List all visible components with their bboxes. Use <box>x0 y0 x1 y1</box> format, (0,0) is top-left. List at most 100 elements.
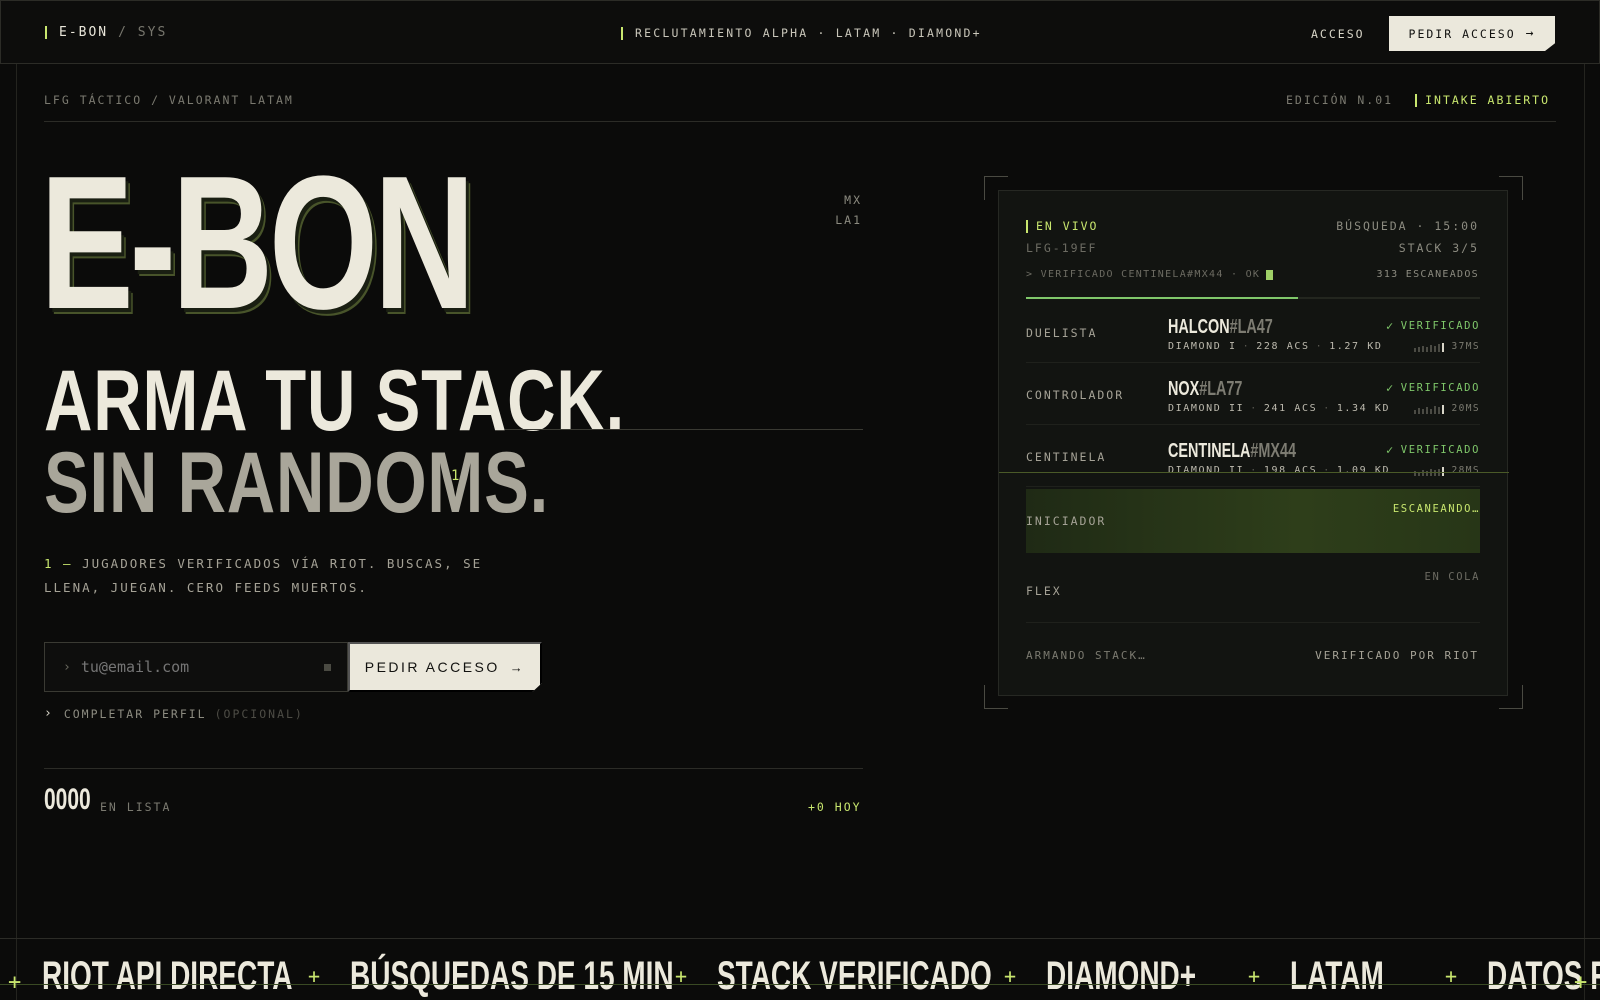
nav-tagline-text: RECLUTAMIENTO ALPHA · LATAM · DIAMOND+ <box>635 26 982 40</box>
intake-status: INTAKE ABIERTO <box>1415 93 1550 107</box>
player-kd: 1.27 KD <box>1329 341 1383 352</box>
cursor-block-icon <box>324 664 331 671</box>
check-icon: ✓ <box>1385 319 1395 333</box>
hero-description: 1 — JUGADORES VERIFICADOS VÍA RIOT. BUSC… <box>44 552 544 600</box>
brand-name: E-BON <box>59 25 109 40</box>
signal-bars-icon <box>1413 343 1444 352</box>
player-kd: 1.34 KD <box>1336 403 1391 414</box>
brand[interactable]: E-BON / SYS <box>45 25 167 40</box>
lfg-stack-panel: EN VIVO BÚSQUEDA · 15:00 LFG-19EF STACK … <box>998 190 1509 696</box>
feature-ticker: RIOT API DIRECTA + BÚSQUEDAS DE 15 MIN + STA… <box>0 952 1600 1000</box>
panel-footer-status: ARMANDO STACK… <box>1026 649 1147 662</box>
verified-label: VERIFICADO <box>1400 320 1480 332</box>
search-progress-fill <box>1026 297 1299 299</box>
queue-status: EN COLA <box>1424 571 1480 583</box>
optional-label: (OPCIONAL) <box>214 706 304 721</box>
ticker-item: RIOT API DIRECTA <box>42 954 293 998</box>
verification-log: > VERIFICADO CENTINELA#MX44 · OK <box>1026 269 1274 280</box>
player-stats: DIAMOND II · 198 ACS · 1.09 KD <box>1168 465 1391 476</box>
chevron-right-icon: › <box>63 659 71 675</box>
ticker-item: STACK VERIFICADO <box>717 954 992 998</box>
panel-footer-source: VERIFICADO POR RIOT <box>1315 649 1479 662</box>
brand-accent-bar <box>45 26 47 39</box>
headline-primary: ARMA TU STACK. <box>44 353 626 449</box>
hero-title: E-BON <box>40 137 475 349</box>
verified-badge: ✓ VERIFICADO <box>1386 319 1480 333</box>
player-rank: DIAMOND II <box>1168 403 1245 414</box>
player-handle: HALCON <box>1168 316 1230 338</box>
check-icon: ✓ <box>1385 381 1395 395</box>
plus-icon: + <box>8 970 22 995</box>
signal-bars-icon <box>1413 405 1444 414</box>
live-accent-bar <box>1026 219 1028 233</box>
section-label: LFG TÁCTICO / VALORANT LATAM <box>44 93 294 107</box>
search-timer: BÚSQUEDA · 15:00 <box>1336 219 1479 233</box>
headline-secondary: SIN RANDOMS. <box>44 435 550 531</box>
log-text: > VERIFICADO CENTINELA#MX44 · OK <box>1026 269 1261 280</box>
signup-form: › PEDIR ACCESO → <box>44 642 542 692</box>
verified-label: VERIFICADO <box>1400 382 1480 394</box>
request-access-button[interactable]: PEDIR ACCESO → <box>348 642 542 692</box>
ticker-baseline <box>0 984 1600 985</box>
terminal-cursor-icon <box>1266 269 1274 280</box>
email-field-wrapper: › <box>44 642 348 692</box>
player-name: CENTINELA#MX44 <box>1168 440 1296 462</box>
search-progress-bar <box>1026 297 1480 299</box>
ping-readout: 28MS <box>1413 465 1480 476</box>
email-field[interactable] <box>80 658 301 676</box>
player-tag: #LA77 <box>1199 378 1243 400</box>
slot-role: INICIADOR <box>1026 514 1107 528</box>
check-icon: ✓ <box>1385 443 1395 457</box>
divider <box>44 768 863 769</box>
slot-role: CENTINELA <box>1026 450 1107 464</box>
ping-value: 20MS <box>1451 403 1480 414</box>
frame-left-line <box>16 64 17 1000</box>
footnote-marker: 1 <box>451 468 460 484</box>
slot-role: DUELISTA <box>1026 326 1098 340</box>
brand-suffix: / SYS <box>118 25 168 40</box>
player-acs: 228 ACS <box>1256 341 1310 352</box>
intake-status-text: INTAKE ABIERTO <box>1425 93 1551 107</box>
scanning-status: ESCANEANDO… <box>1392 503 1480 515</box>
player-stats: DIAMOND I · 228 ACS · 1.27 KD <box>1168 341 1383 352</box>
nav-cta-label: PEDIR ACCESO <box>1408 26 1516 41</box>
scanned-count: 313 ESCANEADOS <box>1376 269 1479 280</box>
slot-role: FLEX <box>1026 584 1062 598</box>
status-accent-bar <box>1415 93 1418 107</box>
frame-right-line <box>1584 64 1585 1000</box>
region-item: LA1 <box>835 213 862 227</box>
player-handle: CENTINELA <box>1168 440 1251 462</box>
live-label: EN VIVO <box>1036 219 1099 233</box>
verified-badge: ✓ VERIFICADO <box>1386 381 1480 395</box>
stack-count: STACK 3/5 <box>1398 241 1479 255</box>
ping-value: 28MS <box>1451 465 1480 476</box>
slot-role: CONTROLADOR <box>1026 388 1125 402</box>
nav-request-access-button[interactable]: PEDIR ACCESO → <box>1389 16 1555 51</box>
live-indicator: EN VIVO <box>1026 219 1098 233</box>
ticker-item: BÚSQUEDAS DE 15 MIN <box>350 954 674 998</box>
stack-slot-iniciador[interactable]: INICIADOR ESCANEANDO… <box>1026 489 1480 553</box>
description-text: JUGADORES VERIFICADOS VÍA RIOT. BUSCAS, … <box>44 556 483 595</box>
stack-slot-flex[interactable]: FLEX EN COLA <box>1026 553 1480 623</box>
player-tag: #MX44 <box>1250 440 1297 462</box>
submit-label: PEDIR ACCESO <box>364 659 500 675</box>
stack-slot-controlador[interactable]: CONTROLADOR NOX#LA77 DIAMOND II · 241 ACS ·… <box>1026 363 1480 425</box>
tagline-accent-bar <box>621 26 623 40</box>
ticker-item: DIAMOND+ <box>1046 954 1197 998</box>
edition-label: EDICIÓN N.01 <box>1286 93 1394 107</box>
stack-slot-duelista[interactable]: DUELISTA HALCON#LA47 DIAMOND I · 228 ACS · 1… <box>1026 301 1480 363</box>
scan-line <box>999 472 1509 473</box>
edition-status: EDICIÓN N.01 INTAKE ABIERTO <box>1286 93 1550 107</box>
player-kd: 1.09 KD <box>1336 465 1391 476</box>
lobby-id: LFG-19EF <box>1026 241 1098 255</box>
ticker-divider <box>0 938 1600 939</box>
plus-icon: + <box>1574 970 1588 995</box>
complete-profile-toggle[interactable]: › COMPLETAR PERFIL (OPCIONAL) <box>44 706 304 721</box>
stack-slot-centinela[interactable]: CENTINELA CENTINELA#MX44 DIAMOND II · 198 … <box>1026 425 1480 487</box>
chevron-right-icon: › <box>44 706 54 721</box>
ping-value: 37MS <box>1451 341 1480 352</box>
login-link[interactable]: ACCESO <box>1311 27 1365 41</box>
footnote-prefix: 1 — <box>44 556 73 571</box>
region-item: MX <box>844 193 862 207</box>
player-handle: NOX <box>1168 378 1200 400</box>
